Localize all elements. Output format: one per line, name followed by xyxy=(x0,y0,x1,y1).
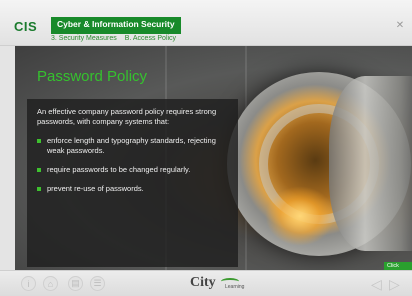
close-icon[interactable]: ✕ xyxy=(395,21,405,31)
cis-logo: CIS xyxy=(14,19,38,34)
info-icon[interactable]: i xyxy=(21,276,36,291)
slide-title: Password Policy xyxy=(37,68,148,85)
bullet-item: enforce length and typography standards,… xyxy=(37,136,228,156)
breadcrumb-module[interactable]: 3. Security Measures xyxy=(51,35,117,42)
bullet-icon xyxy=(37,187,41,191)
vault-glow xyxy=(265,186,335,246)
home-icon[interactable]: ⌂ xyxy=(43,276,58,291)
menu-icon[interactable]: ☰ xyxy=(90,276,105,291)
bullet-icon xyxy=(37,168,41,172)
bullet-text: enforce length and typography standards,… xyxy=(47,136,216,155)
slide-stage: Password Policy An effective company pas… xyxy=(15,46,412,270)
brand-subtitle: Learning xyxy=(225,284,245,290)
course-player: CIS Cyber & Information Security 3. Secu… xyxy=(0,0,412,296)
bullet-icon xyxy=(37,139,41,143)
glossary-icon[interactable]: ▤ xyxy=(68,276,83,291)
intro-text: An effective company password policy req… xyxy=(37,107,217,126)
brand-logo: City xyxy=(190,275,216,290)
bullet-list: enforce length and typography standards,… xyxy=(37,136,228,194)
bullet-text: prevent re-use of passwords. xyxy=(47,184,144,193)
breadcrumb: 3. Security Measures B. Access Policy xyxy=(51,35,176,42)
header-bar: CIS Cyber & Information Security 3. Secu… xyxy=(0,0,412,46)
content-panel: An effective company password policy req… xyxy=(27,99,238,267)
next-arrow-icon[interactable]: ▷ xyxy=(389,277,401,291)
bullet-text: require passwords to be changed regularl… xyxy=(47,165,191,174)
bullet-item: require passwords to be changed regularl… xyxy=(37,165,228,175)
course-title: Cyber & Information Security xyxy=(51,17,181,34)
breadcrumb-section[interactable]: B. Access Policy xyxy=(125,35,176,42)
bullet-item: prevent re-use of passwords. xyxy=(37,184,228,194)
vault-door xyxy=(329,76,412,251)
prev-arrow-icon[interactable]: ◁ xyxy=(371,277,383,291)
footer-bar: i ⌂ ▤ ☰ City Learning ◁ ▷ xyxy=(0,270,412,296)
